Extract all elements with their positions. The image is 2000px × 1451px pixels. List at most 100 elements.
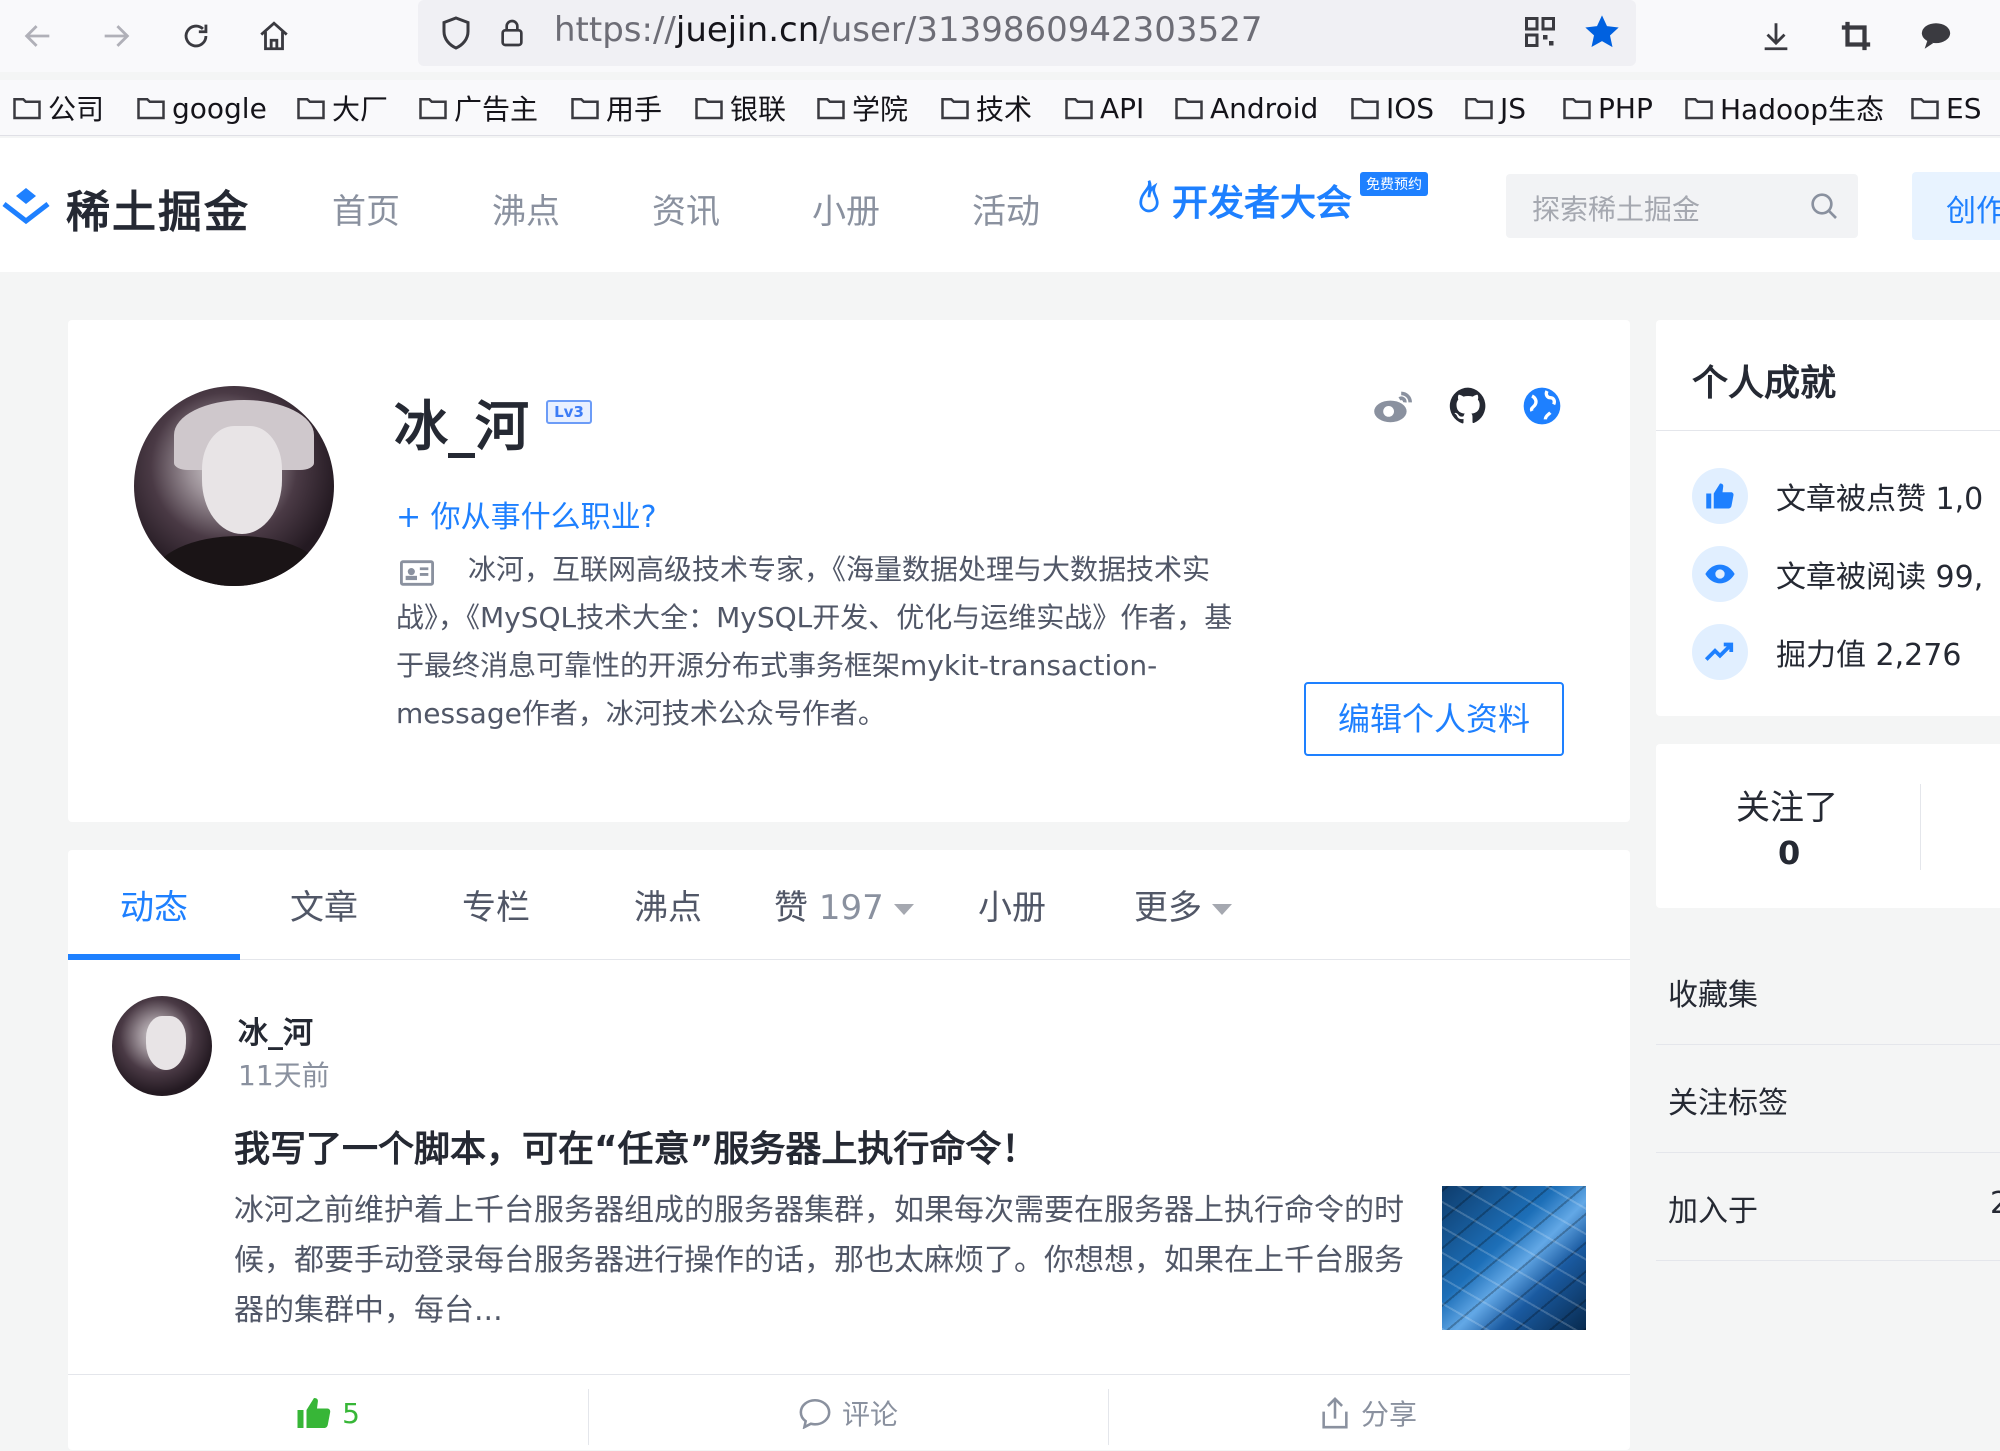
bookmark-folder[interactable]: IOS [1350, 86, 1434, 130]
folder-icon [1465, 98, 1493, 120]
bookmark-folder[interactable]: google [136, 86, 267, 130]
tab-likes[interactable]: 赞 197 [774, 880, 914, 929]
share-button[interactable]: 分享 [1108, 1375, 1628, 1451]
reload-icon[interactable] [172, 12, 220, 60]
bookmark-folder[interactable]: 广告主 [418, 86, 538, 130]
folder-icon [1351, 98, 1379, 120]
following-label: 关注了 [1736, 788, 1838, 828]
post-author-avatar[interactable] [112, 996, 212, 1096]
bookmark-label: 银联 [730, 93, 787, 126]
like-button[interactable]: 5 [68, 1375, 588, 1451]
bookmark-label: ES [1946, 91, 1982, 125]
folder-icon [1685, 98, 1713, 120]
chat-icon[interactable] [1912, 12, 1960, 60]
bookmark-label: 广告主 [454, 93, 539, 126]
bookmark-folder[interactable]: PHP [1562, 86, 1653, 130]
browser-toolbar: https://juejin.cn/user/3139860942303527 [0, 0, 2000, 72]
folder-icon [297, 98, 325, 120]
folder-icon [817, 98, 845, 120]
post-timestamp: 11天前 [238, 1059, 330, 1092]
lock-icon[interactable] [496, 14, 528, 56]
bookmark-folder[interactable]: Hadoop生态 [1684, 86, 1884, 130]
folder-icon [1911, 98, 1939, 120]
bookmark-label: PHP [1598, 91, 1653, 125]
bookmark-folder[interactable]: ES [1910, 86, 1981, 130]
thumbs-up-icon [1692, 468, 1748, 524]
folder-icon [1065, 98, 1093, 120]
folder-icon [571, 98, 599, 120]
nav-pins[interactable]: 沸点 [492, 184, 560, 233]
logo-text: 稀土掘金 [66, 187, 250, 238]
bookmark-label: 用手 [606, 93, 663, 126]
job-prompt-link[interactable]: + 你从事什么职业? [396, 492, 657, 536]
article-likes-stat: 文章被点赞 1,0 [1692, 468, 1983, 524]
bookmark-label: google [172, 91, 267, 125]
likes-count: 197 [818, 888, 884, 928]
flame-icon [1139, 180, 1159, 213]
bookmark-label: 大厂 [332, 93, 389, 126]
collections-link[interactable]: 收藏集 [1668, 970, 1758, 1014]
bookmark-folder[interactable]: 技术 [940, 86, 1032, 130]
article-reads-stat: 文章被阅读 99, [1692, 546, 1983, 602]
follow-card: 关注了 0 [1656, 744, 2000, 908]
dropdown-arrow-icon [1212, 904, 1232, 915]
site-header: 稀土掘金 首页 沸点 资讯 小册 活动 开发者大会 免费预约 探索稀土掘金 创作… [0, 138, 2000, 272]
nav-books[interactable]: 小册 [812, 184, 880, 233]
bookmark-folder[interactable]: JS [1464, 86, 1526, 130]
bookmark-label: 公司 [48, 93, 105, 126]
post-title[interactable]: 我写了一个脚本，可在“任意”服务器上执行命令！ [234, 1120, 1037, 1172]
folder-icon [1175, 98, 1203, 120]
bookmark-folder[interactable]: 用手 [570, 86, 662, 130]
nav-home[interactable]: 首页 [332, 184, 400, 233]
bookmark-label: IOS [1386, 91, 1435, 125]
post-author-name[interactable]: 冰_河 [238, 1008, 313, 1052]
profile-bio: 冰河，互联网高级技术专家，《海量数据处理与大数据技术实战》，《MySQL技术大全… [396, 553, 1233, 730]
search-input[interactable]: 探索稀土掘金 [1506, 174, 1858, 238]
nav-events[interactable]: 活动 [972, 184, 1040, 233]
screenshot-icon[interactable] [1832, 12, 1880, 60]
comment-button[interactable]: 评论 [588, 1375, 1108, 1451]
back-icon[interactable] [14, 12, 62, 60]
shield-icon[interactable] [438, 14, 474, 56]
bookmark-folder[interactable]: 学院 [816, 86, 908, 130]
tab-articles[interactable]: 文章 [290, 880, 358, 929]
juejin-logo[interactable]: 稀土掘金 [0, 176, 250, 240]
tab-more[interactable]: 更多 [1134, 880, 1232, 929]
level-badge: Lv3 [546, 400, 592, 424]
creator-center-button[interactable]: 创作者中心 [1912, 172, 2000, 240]
followed-tags-link[interactable]: 关注标签 [1668, 1078, 1788, 1122]
bookmark-folder[interactable]: 公司 [12, 86, 104, 130]
joined-label: 加入于 [1668, 1194, 1758, 1229]
activity-feed: 动态 文章 专栏 沸点 赞 197 小册 更多 冰_河 11天前 我写了一个脚本… [68, 850, 1630, 1450]
weibo-icon[interactable] [1370, 382, 1418, 430]
post-thumbnail[interactable] [1442, 1186, 1586, 1330]
bookmark-folder[interactable]: Android [1174, 86, 1318, 130]
url-bar[interactable]: https://juejin.cn/user/3139860942303527 [418, 0, 1636, 66]
search-icon[interactable] [1808, 190, 1840, 226]
avatar[interactable] [134, 386, 334, 586]
nav-news[interactable]: 资讯 [652, 184, 720, 233]
forward-icon[interactable] [92, 12, 140, 60]
bookmark-star-icon[interactable] [1582, 12, 1622, 56]
edit-profile-button[interactable]: 编辑个人资料 [1304, 682, 1564, 756]
github-icon[interactable] [1444, 382, 1492, 430]
download-icon[interactable] [1752, 12, 1800, 60]
juejin-logo-icon [2, 188, 50, 225]
bookmark-folder[interactable]: 大厂 [296, 86, 388, 130]
tab-pins[interactable]: 沸点 [634, 880, 702, 929]
dropdown-arrow-icon [893, 904, 914, 915]
developer-conference-link[interactable]: 开发者大会 免费预约 [1132, 172, 1428, 226]
home-icon[interactable] [250, 12, 298, 60]
bookmark-folder[interactable]: API [1064, 86, 1144, 130]
bookmark-folder[interactable]: 银联 [694, 86, 786, 130]
globe-icon[interactable] [1518, 382, 1566, 430]
conference-badge: 免费预约 [1360, 172, 1428, 196]
tab-books[interactable]: 小册 [978, 880, 1046, 929]
profile-name: 冰_河 [394, 395, 529, 458]
tab-columns[interactable]: 专栏 [462, 880, 530, 929]
post-excerpt[interactable]: 冰河之前维护着上千台服务器组成的服务器集群，如果每次需要在服务器上执行命令的时候… [234, 1186, 1414, 1336]
profile-tabs: 动态 文章 专栏 沸点 赞 197 小册 更多 [68, 850, 1630, 960]
bookmark-label: Android [1210, 91, 1319, 125]
tab-activity[interactable]: 动态 [120, 880, 188, 929]
qr-code-icon[interactable] [1522, 14, 1558, 54]
